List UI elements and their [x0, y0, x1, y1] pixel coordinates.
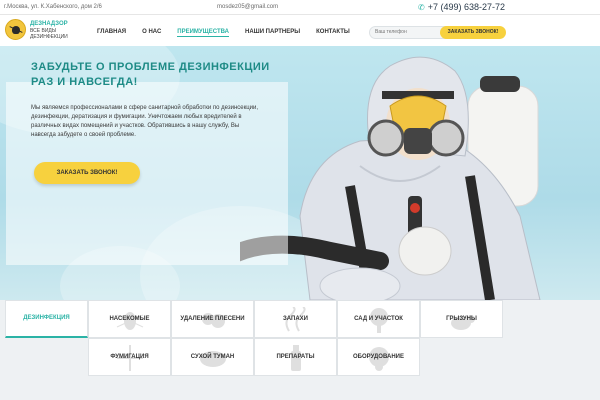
- service-tab-dry-fog[interactable]: СУХОЙ ТУМАН: [171, 338, 254, 376]
- service-label: САД И УЧАСТОК: [354, 315, 403, 322]
- site-header: ДЕЗНАДЗОР ВСЕ ВИДЫ ДЕЗИНФЕКЦИИ ГЛАВНАЯ О…: [0, 15, 600, 46]
- phone-input[interactable]: [375, 29, 445, 35]
- logo-subtitle: ВСЕ ВИДЫ ДЕЗИНФЕКЦИИ: [30, 28, 68, 40]
- service-label: ГРЫЗУНЫ: [446, 315, 477, 322]
- phone-number: +7 (499) 638-27-72: [427, 2, 506, 12]
- nav-item-contacts[interactable]: КОНТАКТЫ: [316, 29, 350, 37]
- service-label: ДЕЗИНФЕКЦИЯ: [23, 315, 70, 321]
- nav-item-partners[interactable]: НАШИ ПАРТНЕРЫ: [245, 29, 300, 37]
- service-tab-insects[interactable]: НАСЕКОМЫЕ: [88, 300, 171, 338]
- nav-item-home[interactable]: ГЛАВНАЯ: [97, 29, 126, 37]
- service-tab-chemicals[interactable]: ПРЕПАРАТЫ: [254, 338, 337, 376]
- callback-button-hero[interactable]: ЗАКАЗАТЬ ЗВОНОК!: [34, 162, 140, 184]
- main-nav: ГЛАВНАЯ О НАС ПРЕИМУЩЕСТВА НАШИ ПАРТНЕРЫ…: [97, 29, 366, 37]
- service-label: ЗАПАХИ: [283, 315, 308, 322]
- phone-link[interactable]: ✆ +7 (499) 638-27-72: [418, 2, 505, 12]
- services-grid: ДЕЗИНФЕКЦИЯ НАСЕКОМЫЕ УДАЛЕНИЕ ПЛЕСЕНИ З…: [0, 300, 600, 400]
- phone-icon: ✆: [418, 3, 425, 12]
- logo-bug-icon[interactable]: [5, 19, 26, 40]
- service-label: ПРЕПАРАТЫ: [276, 353, 315, 360]
- address-text: г.Москва, ул. К.Хабенского, дом 2/6: [4, 4, 102, 10]
- nav-item-advantages[interactable]: ПРЕИМУЩЕСТВА: [177, 29, 229, 37]
- service-tab-mold-removal[interactable]: УДАЛЕНИЕ ПЛЕСЕНИ: [171, 300, 254, 338]
- hero-description: Мы являемся профессионалами в сфере сани…: [31, 105, 259, 138]
- service-tab-garden[interactable]: САД И УЧАСТОК: [337, 300, 420, 338]
- service-label: НАСЕКОМЫЕ: [109, 315, 150, 322]
- phone-field-wrap: [369, 26, 447, 39]
- service-tab-odors[interactable]: ЗАПАХИ: [254, 300, 337, 338]
- service-label: УДАЛЕНИЕ ПЛЕСЕНИ: [180, 315, 245, 322]
- service-label: ОБОРУДОВАНИЕ: [353, 353, 404, 360]
- top-info-bar: г.Москва, ул. К.Хабенского, дом 2/6 mosd…: [0, 0, 600, 15]
- nav-item-about[interactable]: О НАС: [142, 29, 161, 37]
- service-tab-disinfection[interactable]: ДЕЗИНФЕКЦИЯ: [5, 300, 88, 338]
- service-tab-fumigation[interactable]: ФУМИГАЦИЯ: [88, 338, 171, 376]
- email-link[interactable]: mosdez05@gmail.com: [217, 4, 278, 10]
- service-label: ФУМИГАЦИЯ: [110, 353, 149, 360]
- worker-in-protective-suit-image: [240, 56, 541, 300]
- callback-button-header[interactable]: ЗАКАЗАТЬ ЗВОНОК!: [440, 26, 506, 39]
- service-label: СУХОЙ ТУМАН: [190, 353, 235, 360]
- service-tab-rodents[interactable]: ГРЫЗУНЫ: [420, 300, 503, 338]
- service-tab-equipment[interactable]: ОБОРУДОВАНИЕ: [337, 338, 420, 376]
- logo-title[interactable]: ДЕЗНАДЗОР: [30, 21, 68, 27]
- hero-title: ЗАБУДЬТЕ О ПРОБЛЕМЕ ДЕЗИНФЕКЦИИ РАЗ И НА…: [31, 61, 270, 88]
